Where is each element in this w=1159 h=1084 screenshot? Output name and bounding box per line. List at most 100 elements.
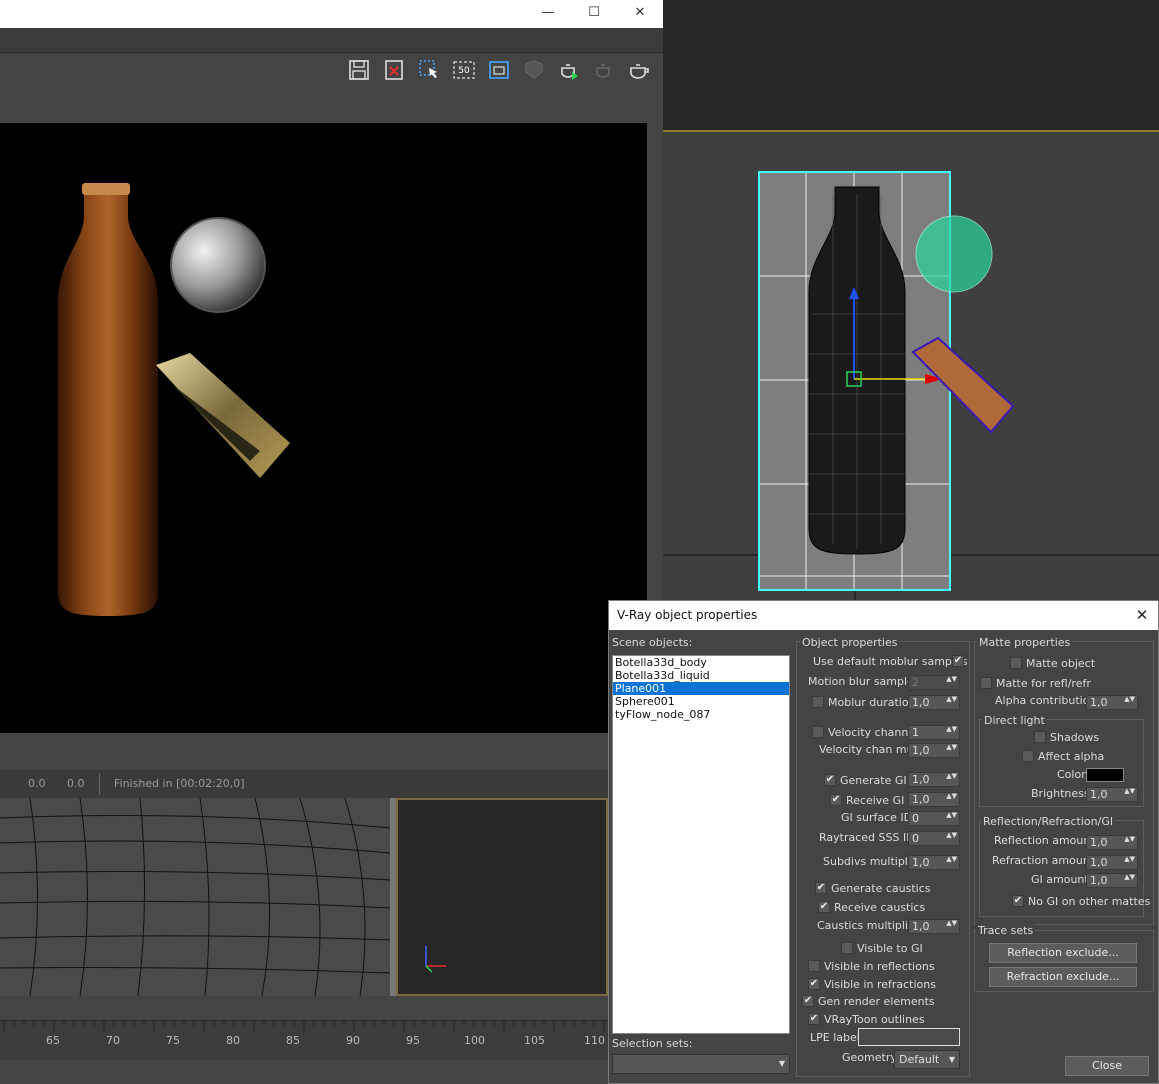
wireframe-viewport[interactable] <box>0 798 396 996</box>
list-item[interactable]: Botella33d_body <box>613 656 789 669</box>
vraytoon-outlines-label: VRayToon outlines <box>824 1013 925 1026</box>
visible-in-refractions-checkbox[interactable]: ✔ <box>808 978 820 990</box>
render-stamp-icon[interactable] <box>520 56 548 84</box>
geometry-value: Default <box>899 1053 940 1066</box>
moblur-duration-checkbox[interactable] <box>812 696 824 708</box>
minimize-icon[interactable]: — <box>538 4 558 22</box>
matte-object-checkbox[interactable] <box>1010 657 1022 669</box>
gi-surface-id-spinner[interactable]: 0 ▲▼ <box>908 811 960 826</box>
gen-render-elements-checkbox[interactable]: ✔ <box>802 995 814 1007</box>
geometry-label: Geometry <box>842 1051 897 1064</box>
shadows-checkbox[interactable] <box>1034 731 1046 743</box>
receive-caustics-checkbox[interactable]: ✔ <box>818 901 830 913</box>
svg-text:50: 50 <box>458 66 470 76</box>
receive-gi-spinner[interactable]: 1,0 ▲▼ <box>908 792 960 807</box>
motion-blur-samples-spinner[interactable]: 2 ▲▼ <box>908 675 960 690</box>
zoom-50-icon[interactable]: 50 <box>450 56 478 84</box>
spinner-arrows-icon: ▲▼ <box>1124 787 1135 795</box>
maximize-icon[interactable]: ☐ <box>584 4 604 22</box>
spinner-arrows-icon: ▲▼ <box>946 675 957 683</box>
list-item[interactable]: Plane001 <box>613 682 789 695</box>
tick-label: 90 <box>346 1034 360 1047</box>
close-button[interactable]: Close <box>1065 1056 1149 1076</box>
spinner-arrows-icon: ▲▼ <box>946 831 957 839</box>
subdivs-multiplier-spinner[interactable]: 1,0 ▲▼ <box>908 855 960 870</box>
spinner-value: 1,0 <box>1090 696 1108 709</box>
reflection-amount-label: Reflection amount <box>994 834 1095 847</box>
reflection-amount-spinner[interactable]: 1,0 ▲▼ <box>1086 835 1138 850</box>
tick-label: 100 <box>464 1034 485 1047</box>
velocity-channel-checkbox[interactable] <box>812 726 824 738</box>
vray-object-properties-dialog: V-Ray object properties ✕ Scene objects:… <box>608 600 1159 1084</box>
generate-gi-checkbox[interactable]: ✔ <box>824 774 836 786</box>
tick-label: 75 <box>166 1034 180 1047</box>
gi-amount-label: GI amount <box>1031 873 1089 886</box>
refraction-amount-spinner[interactable]: 1,0 ▲▼ <box>1086 855 1138 870</box>
frame-buffer-toolbar: 50 <box>0 53 663 123</box>
gi-amount-spinner[interactable]: 1,0 ▲▼ <box>1086 873 1138 888</box>
brightness-spinner[interactable]: 1,0 ▲▼ <box>1086 787 1138 802</box>
affect-alpha-checkbox[interactable] <box>1022 750 1034 762</box>
refraction-exclude-button[interactable]: Refraction exclude... <box>989 967 1137 987</box>
visible-to-gi-label: Visible to GI <box>857 942 923 955</box>
gen-render-elements-label: Gen render elements <box>818 995 935 1008</box>
spinner-value: 1,0 <box>912 744 930 757</box>
chevron-down-icon: ▼ <box>778 1059 785 1068</box>
track-mouse-icon[interactable] <box>485 56 513 84</box>
moblur-duration-spinner[interactable]: 1,0 ▲▼ <box>908 695 960 710</box>
geometry-dropdown[interactable]: Default ▼ <box>894 1050 960 1069</box>
scene-objects-list[interactable]: Botella33d_body Botella33d_liquid Plane0… <box>612 655 790 1034</box>
spinner-arrows-icon: ▲▼ <box>1124 873 1135 881</box>
close-icon[interactable]: ✕ <box>1132 605 1152 625</box>
spinner-value: 2 <box>912 676 919 689</box>
velocity-channel-label: Velocity channel <box>828 726 919 739</box>
tick-label: 65 <box>46 1034 60 1047</box>
clear-image-icon[interactable] <box>380 56 408 84</box>
spinner-value: 1,0 <box>1090 856 1108 869</box>
spinner-value: 1,0 <box>912 856 930 869</box>
spinner-value: 1,0 <box>912 920 930 933</box>
time-ruler[interactable]: 65 70 75 80 85 90 95 100 105 110 <box>0 1020 608 1060</box>
save-icon[interactable] <box>345 56 373 84</box>
lpe-label-label: LPE label <box>810 1031 860 1044</box>
tick-label: 85 <box>286 1034 300 1047</box>
region-select-icon[interactable] <box>415 56 443 84</box>
close-icon[interactable]: ✕ <box>630 4 650 22</box>
velocity-channel-spinner[interactable]: 1 ▲▼ <box>908 725 960 740</box>
small-viewport[interactable] <box>396 798 608 996</box>
list-item[interactable]: tyFlow_node_087 <box>613 708 789 721</box>
perspective-viewport[interactable] <box>663 134 1159 600</box>
caustics-multiplier-spinner[interactable]: 1,0 ▲▼ <box>908 919 960 934</box>
lpe-label-input[interactable] <box>858 1028 960 1046</box>
spinner-value: 1,0 <box>912 696 930 709</box>
color-swatch[interactable] <box>1086 768 1124 782</box>
direct-light-title: Direct light <box>982 714 1047 727</box>
selection-sets-dropdown[interactable]: ▼ <box>612 1054 790 1074</box>
list-item[interactable]: Sphere001 <box>613 695 789 708</box>
render-icon[interactable] <box>625 56 653 84</box>
receive-gi-checkbox[interactable]: ✔ <box>830 794 842 806</box>
list-item[interactable]: Botella33d_liquid <box>613 669 789 682</box>
use-default-moblur-checkbox[interactable]: ✔ <box>952 655 964 667</box>
reflection-exclude-button[interactable]: Reflection exclude... <box>989 943 1137 963</box>
matte-properties-title: Matte properties <box>977 636 1073 649</box>
velocity-chan-mult-spinner[interactable]: 1,0 ▲▼ <box>908 743 960 758</box>
alpha-contribution-spinner[interactable]: 1,0 ▲▼ <box>1086 695 1138 710</box>
visible-in-reflections-checkbox[interactable] <box>808 960 820 972</box>
no-gi-on-other-mattes-checkbox[interactable]: ✔ <box>1012 895 1024 907</box>
gi-surface-id-label: GI surface ID <box>841 811 913 824</box>
render-last-icon[interactable] <box>555 56 583 84</box>
raytraced-sss-id-spinner[interactable]: 0 ▲▼ <box>908 831 960 846</box>
tick-label: 95 <box>406 1034 420 1047</box>
vraytoon-outlines-checkbox[interactable]: ✔ <box>808 1013 820 1025</box>
visible-to-gi-checkbox[interactable] <box>841 942 853 954</box>
generate-gi-spinner[interactable]: 1,0 ▲▼ <box>908 772 960 787</box>
matte-for-refl-refr-checkbox[interactable] <box>980 677 992 689</box>
top-viewport[interactable] <box>663 0 1159 132</box>
generate-caustics-checkbox[interactable]: ✔ <box>815 882 827 894</box>
receive-gi-label: Receive GI <box>846 794 905 807</box>
spinner-arrows-icon: ▲▼ <box>946 919 957 927</box>
frame-buffer-status-bar: 0.0 0.0 Finished in [00:02:20,0] <box>0 770 663 798</box>
refraction-amount-label: Refraction amount <box>992 854 1095 867</box>
render-interactive-icon[interactable] <box>590 56 618 84</box>
